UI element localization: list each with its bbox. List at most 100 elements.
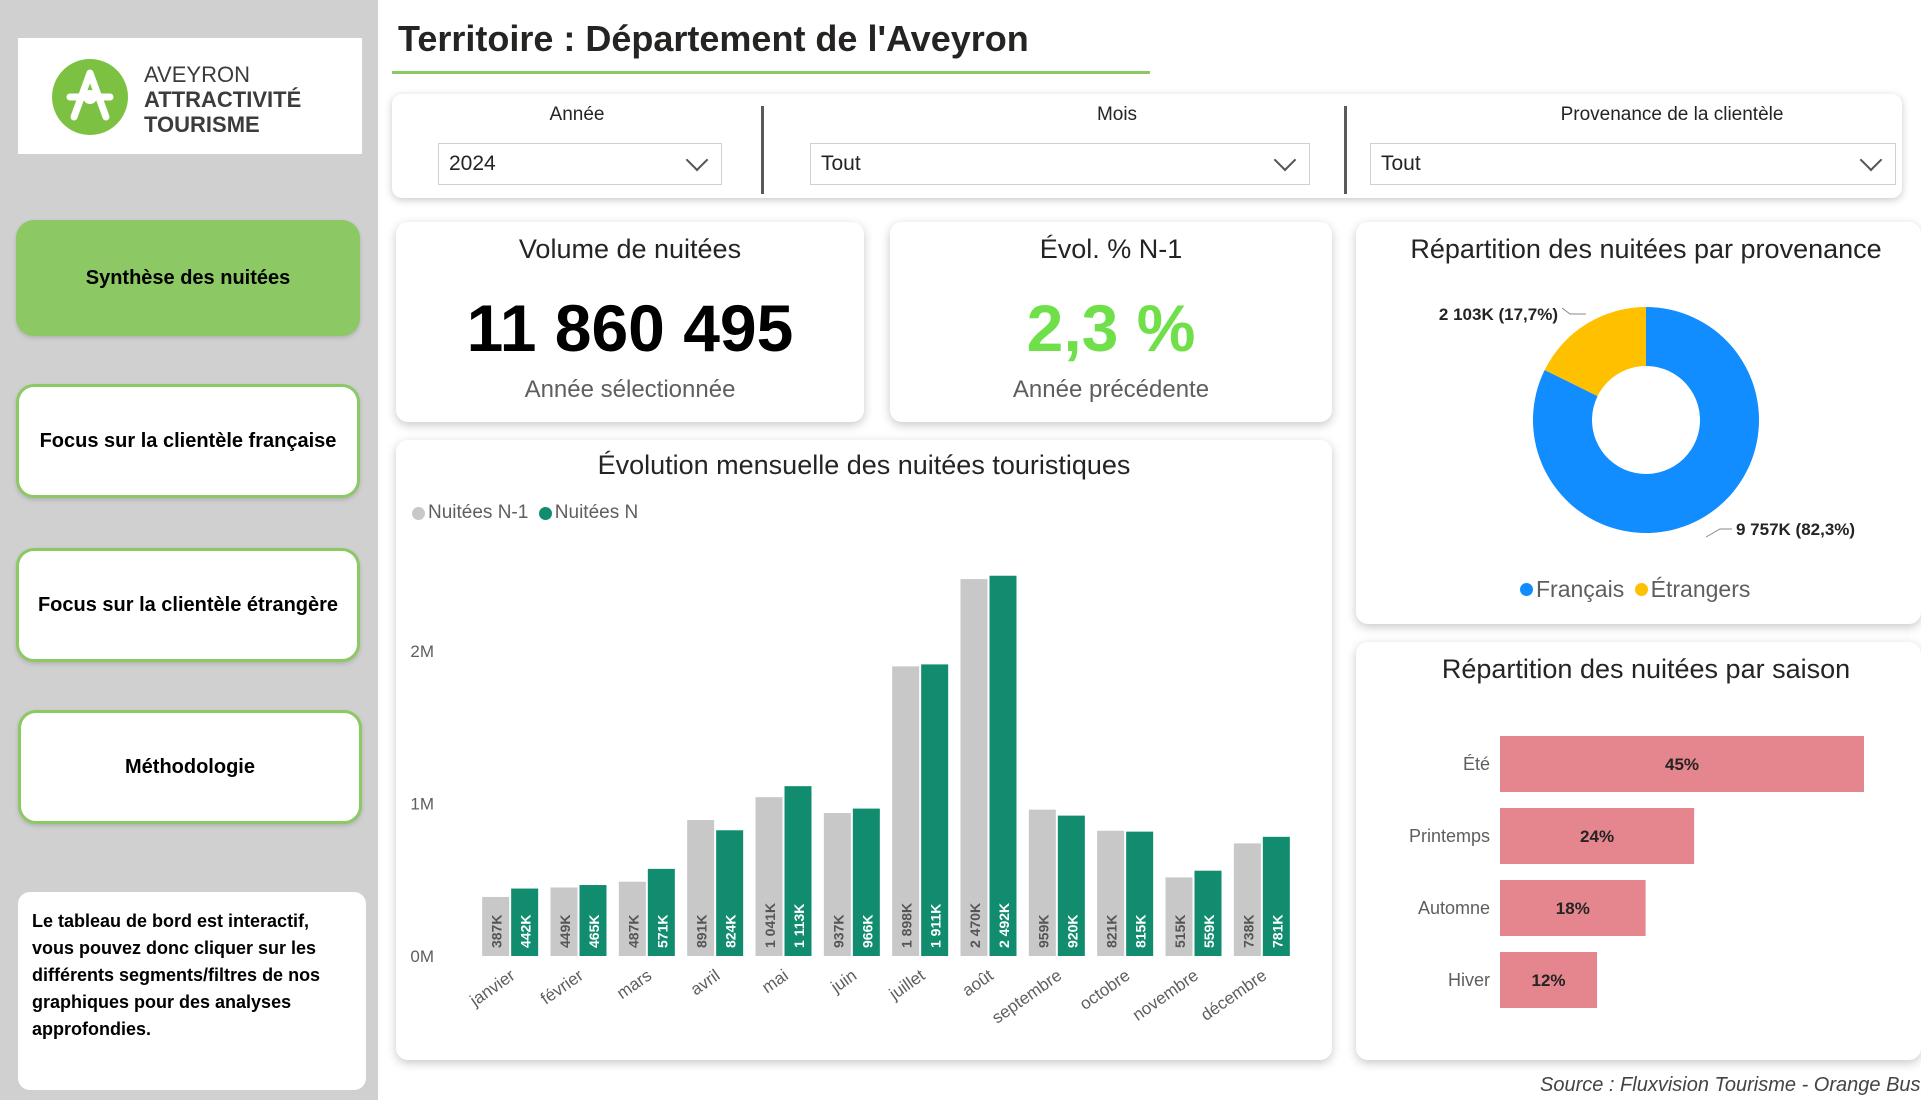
- page-title: Territoire : Département de l'Aveyron: [398, 18, 1029, 59]
- filter-provenance-label: Provenance de la clientèle: [1560, 104, 1784, 125]
- bar-data-label: 2 470K: [967, 903, 983, 948]
- bar-n1[interactable]: [960, 579, 988, 956]
- filter-provenance-select[interactable]: Tout: [1370, 143, 1896, 185]
- bar-data-label: 465K: [586, 915, 602, 948]
- filter-mois-value: Tout: [821, 152, 861, 175]
- legend-item[interactable]: Français: [1520, 576, 1624, 603]
- nav-button-label: Focus sur la clientèle française: [39, 429, 337, 452]
- bar-data-label: 966K: [859, 915, 875, 948]
- x-tick-label: février: [537, 966, 587, 1009]
- bar-data-label: 1 898K: [899, 903, 915, 948]
- x-tick-label: juillet: [885, 966, 929, 1005]
- season-category-label: Été: [1463, 754, 1490, 774]
- chevron-down-icon: [1273, 148, 1297, 172]
- season-category-label: Automne: [1418, 898, 1490, 918]
- kpi-volume-title: Volume de nuitées: [518, 234, 742, 264]
- donut-data-label: 9 757K (82,3%): [1736, 520, 1855, 539]
- x-tick-label: juin: [827, 966, 860, 997]
- y-tick-label: 2M: [410, 642, 434, 661]
- filter-annee-select[interactable]: 2024: [438, 143, 722, 185]
- season-data-label: 45%: [1665, 755, 1699, 774]
- legend-item[interactable]: Étrangers: [1634, 576, 1751, 603]
- kpi-volume-value: 11 860 495: [466, 291, 794, 365]
- nav-button-label: Focus sur la clientèle étrangère: [37, 593, 339, 616]
- bar-data-label: 442K: [518, 915, 534, 948]
- season-data-label: 12%: [1532, 971, 1566, 990]
- bar-data-label: 821K: [1104, 915, 1120, 948]
- nav-button-label: Méthodologie: [125, 755, 255, 778]
- source-note: Source : Fluxvision Tourisme - Orange Bu…: [1540, 1074, 1921, 1096]
- bar-data-label: 449K: [557, 915, 573, 948]
- provenance-legend: Français Étrangers: [1520, 576, 1756, 603]
- y-tick-label: 0M: [410, 947, 434, 966]
- bar-data-label: 781K: [1269, 915, 1285, 948]
- bar-data-label: 387K: [489, 915, 505, 948]
- chevron-down-icon: [1859, 148, 1883, 172]
- leader-line[interactable]: [1561, 307, 1586, 315]
- nav-button-label: Synthèse des nuitées: [85, 266, 291, 289]
- bar-data-label: 920K: [1064, 915, 1080, 948]
- chevron-down-icon: [685, 148, 709, 172]
- bar-data-label: 515K: [1172, 915, 1188, 948]
- season-chart-plot: Été 45% Printemps 24% Automne 18% Hiver 12%: [1409, 736, 1864, 1008]
- season-category-label: Hiver: [1448, 970, 1490, 990]
- x-tick-label: avril: [687, 966, 723, 999]
- legend-label: Étrangers: [1650, 576, 1751, 602]
- bar-data-label: 738K: [1240, 915, 1256, 948]
- nav-button-clientele-etrangere[interactable]: Focus sur la clientèle étrangère: [16, 548, 360, 662]
- bar-data-label: 815K: [1133, 915, 1149, 948]
- logo-line-1: AVEYRON: [144, 62, 250, 87]
- logo: AVEYRON ATTRACTIVITÉ TOURISME: [18, 38, 362, 154]
- kpi-evolution-sub: Année précédente: [1012, 376, 1210, 403]
- season-data-label: 18%: [1556, 899, 1590, 918]
- x-tick-label: mai: [758, 966, 791, 997]
- donut-data-label: 2 103K (17,7%): [1439, 305, 1558, 324]
- bar-data-label: 937K: [830, 915, 846, 948]
- filter-provenance-value: Tout: [1381, 152, 1421, 175]
- leader-line[interactable]: [1705, 528, 1732, 538]
- bar-data-label: 891K: [694, 915, 710, 948]
- bar-data-label: 487K: [625, 915, 641, 948]
- provenance-card: Répartition des nuitées par provenance 9…: [1356, 222, 1921, 624]
- info-text: Le tableau de bord est interactif, vous …: [32, 911, 321, 1039]
- kpi-evolution-card[interactable]: Évol. % N-1 2,3 % Année précédente: [890, 222, 1332, 422]
- bar-n[interactable]: [989, 575, 1017, 956]
- season-data-label: 24%: [1580, 827, 1614, 846]
- legend-swatch-francais: [1520, 583, 1533, 596]
- kpi-volume-sub: Année sélectionnée: [524, 376, 736, 403]
- title-underline: [392, 71, 1150, 74]
- bar-data-label: 559K: [1201, 915, 1217, 948]
- x-tick-label: août: [959, 966, 997, 1001]
- x-tick-label: décembre: [1197, 966, 1270, 1025]
- filter-annee-value: 2024: [449, 152, 496, 175]
- x-tick-label: janvier: [466, 966, 519, 1011]
- bar-data-label: 1 041K: [762, 903, 778, 948]
- filter-panel: Année 2024 Mois Tout Provenance de la cl…: [392, 94, 1902, 198]
- monthly-chart-card: Évolution mensuelle des nuitées touristi…: [396, 440, 1332, 1060]
- filter-annee-label: Année: [549, 104, 605, 125]
- nav-button-clientele-francaise[interactable]: Focus sur la clientèle française: [16, 384, 360, 498]
- filter-mois-label: Mois: [1096, 104, 1138, 125]
- x-tick-label: octobre: [1076, 966, 1133, 1014]
- nav-button-methodologie[interactable]: Méthodologie: [18, 710, 362, 824]
- nav-button-synthese[interactable]: Synthèse des nuitées: [16, 220, 360, 336]
- provenance-donut-plot: 9 757K (82,3%) 2 103K (17,7%): [1439, 305, 1855, 539]
- logo-mark-icon: [52, 59, 128, 135]
- legend-label: Français: [1536, 576, 1625, 602]
- legend-swatch-etrangers: [1634, 583, 1648, 596]
- info-box: Le tableau de bord est interactif, vous …: [18, 892, 366, 1090]
- x-tick-label: novembre: [1129, 966, 1202, 1025]
- filter-mois-select[interactable]: Tout: [810, 143, 1310, 185]
- filter-separator: [1344, 106, 1347, 194]
- season-card: Répartition des nuitées par saison Été 45…: [1356, 642, 1921, 1060]
- season-category-label: Printemps: [1409, 826, 1490, 846]
- kpi-volume-card[interactable]: Volume de nuitées 11 860 495 Année sélec…: [396, 222, 864, 422]
- logo-line-2: ATTRACTIVITÉ: [144, 87, 302, 112]
- bar-data-label: 1 113K: [791, 904, 807, 948]
- kpi-evolution-title: Évol. % N-1: [1039, 234, 1183, 264]
- bar-data-label: 2 492K: [996, 903, 1012, 948]
- logo-line-3: TOURISME: [144, 112, 260, 137]
- bar-data-label: 1 911K: [928, 904, 944, 948]
- x-tick-label: septembre: [988, 966, 1065, 1028]
- y-tick-label: 1M: [410, 794, 434, 813]
